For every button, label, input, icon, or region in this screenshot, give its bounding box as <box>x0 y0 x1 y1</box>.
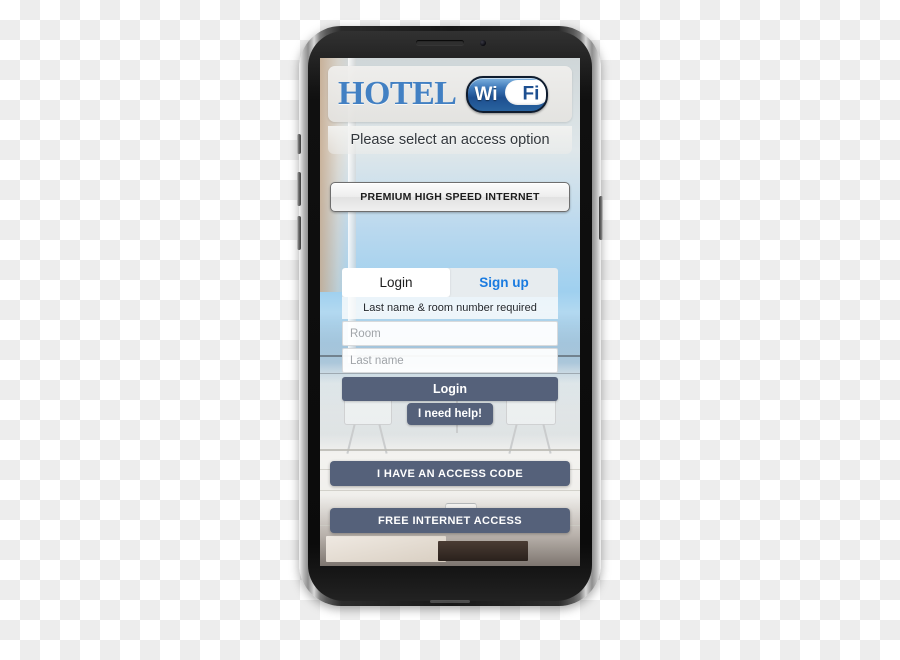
login-hint: Last name & room number required <box>342 297 558 319</box>
front-camera-icon <box>480 40 486 46</box>
login-card: Login Sign up Last name & room number re… <box>342 268 558 401</box>
access-prompt: Please select an access option <box>328 126 572 154</box>
need-help-button[interactable]: I need help! <box>407 403 493 425</box>
volume-down-button[interactable] <box>297 216 301 250</box>
tab-signup[interactable]: Sign up <box>450 268 558 297</box>
access-code-button[interactable]: I HAVE AN ACCESS CODE <box>330 461 570 486</box>
earpiece-speaker-icon <box>416 40 464 45</box>
wifi-logo-right-text: Fi <box>522 83 540 105</box>
auth-tabs: Login Sign up <box>342 268 558 297</box>
mute-switch-button[interactable] <box>297 134 301 154</box>
volume-up-button[interactable] <box>297 172 301 206</box>
home-indicator <box>430 600 470 603</box>
wifi-logo-left-text: Wi <box>474 83 498 105</box>
phone-mockup: HOTEL Wi Fi Please select an access opti… <box>297 26 603 606</box>
page-title: HOTEL <box>338 75 457 112</box>
wifi-logo-icon: Wi Fi <box>466 75 549 113</box>
power-button[interactable] <box>599 196 603 240</box>
premium-internet-button[interactable]: PREMIUM HIGH SPEED INTERNET <box>330 182 570 212</box>
login-submit-button[interactable]: Login <box>342 377 558 401</box>
phone-screen: HOTEL Wi Fi Please select an access opti… <box>320 58 580 566</box>
last-name-input[interactable]: Last name <box>342 348 558 373</box>
free-internet-button[interactable]: FREE INTERNET ACCESS <box>330 508 570 533</box>
tab-login[interactable]: Login <box>342 268 450 297</box>
room-input[interactable]: Room <box>342 321 558 346</box>
captive-portal-app: HOTEL Wi Fi Please select an access opti… <box>320 58 580 566</box>
portal-header: HOTEL Wi Fi <box>328 66 572 122</box>
